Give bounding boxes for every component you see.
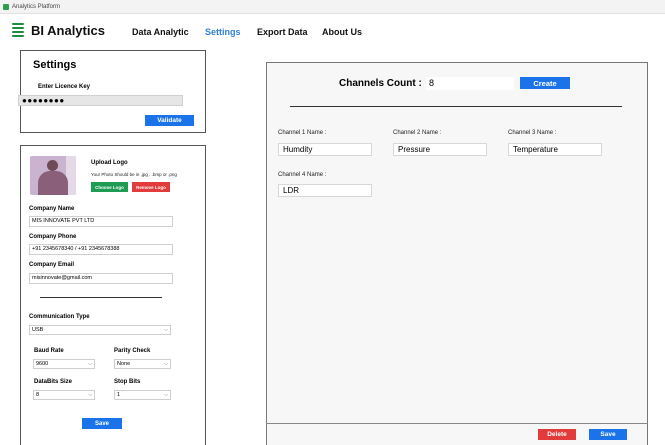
licence-label: Enter Licence Key bbox=[38, 84, 91, 90]
stopbits-value: 1 bbox=[117, 392, 121, 398]
delete-button[interactable]: Delete bbox=[538, 429, 576, 440]
company-email-input[interactable]: misinnovate@gmail.com bbox=[29, 273, 173, 284]
channel-4-input[interactable]: LDR bbox=[278, 184, 372, 197]
save-settings-button[interactable]: Save bbox=[82, 418, 122, 429]
channels-divider bbox=[290, 106, 622, 107]
remove-logo-button[interactable]: Remove Logo bbox=[132, 182, 170, 192]
stopbits-label: Stop Bits bbox=[114, 379, 141, 385]
baud-rate-select[interactable]: 9600 ⌵ bbox=[33, 359, 95, 369]
comm-type-select[interactable]: USB ⌵ bbox=[29, 325, 171, 335]
channel-4-label: Channel 4 Name : bbox=[278, 172, 327, 178]
databits-select[interactable]: 8 ⌵ bbox=[33, 390, 95, 400]
save-channels-button[interactable]: Save bbox=[589, 429, 627, 440]
databits-label: DataBits Size bbox=[34, 379, 73, 385]
chevron-down-icon: ⌵ bbox=[88, 392, 92, 398]
company-phone-label: Company Phone bbox=[29, 234, 77, 240]
chevron-down-icon: ⌵ bbox=[164, 327, 168, 333]
comm-type-label: Communication Type bbox=[29, 314, 90, 320]
nav-export-data[interactable]: Export Data bbox=[257, 27, 308, 37]
channel-2-input[interactable]: Pressure bbox=[393, 143, 487, 156]
databits-value: 8 bbox=[36, 392, 40, 398]
parity-select[interactable]: None ⌵ bbox=[114, 359, 171, 369]
channels-panel bbox=[266, 62, 648, 445]
parity-label: Parity Check bbox=[114, 348, 151, 354]
upload-logo-note: Your Photo Should be in .jpg , .bmp or .… bbox=[91, 172, 177, 177]
settings-title: Settings bbox=[33, 59, 77, 71]
nav-data-analytic[interactable]: Data Analytic bbox=[132, 27, 189, 37]
channels-count-label: Channels Count : bbox=[339, 78, 422, 89]
channel-3-label: Channel 3 Name : bbox=[508, 130, 557, 136]
validate-button[interactable]: Validate bbox=[145, 115, 194, 126]
channel-3-input[interactable]: Temperature bbox=[508, 143, 602, 156]
window-titlebar: Analytics Platform bbox=[0, 0, 665, 14]
create-button[interactable]: Create bbox=[520, 77, 570, 89]
app-icon bbox=[3, 4, 9, 10]
baud-rate-label: Baud Rate bbox=[34, 348, 64, 354]
stopbits-select[interactable]: 1 ⌵ bbox=[114, 390, 171, 400]
company-name-label: Company Name bbox=[29, 206, 75, 212]
channel-2-label: Channel 2 Name : bbox=[393, 130, 442, 136]
comm-type-value: USB bbox=[32, 327, 44, 333]
choose-logo-button[interactable]: Choose Logo bbox=[91, 182, 128, 192]
bars-logo-icon bbox=[12, 23, 24, 38]
upload-logo-title: Upload Logo bbox=[91, 160, 128, 166]
chevron-down-icon: ⌵ bbox=[88, 361, 92, 367]
window-title: Analytics Platform bbox=[12, 4, 61, 10]
divider bbox=[40, 297, 162, 298]
company-email-label: Company Email bbox=[29, 262, 75, 268]
channels-footer-divider bbox=[266, 423, 648, 424]
parity-value: None bbox=[117, 361, 131, 367]
channel-1-input[interactable]: Humdity bbox=[278, 143, 372, 156]
channels-count-input[interactable]: 8 bbox=[426, 77, 514, 90]
baud-rate-value: 9600 bbox=[36, 361, 49, 367]
logo-image bbox=[30, 156, 76, 195]
brand-title: BI Analytics bbox=[31, 23, 105, 38]
nav-about-us[interactable]: About Us bbox=[322, 27, 362, 37]
company-name-input[interactable]: MIS INNOVATE PVT LTD bbox=[29, 216, 173, 227]
chevron-down-icon: ⌵ bbox=[164, 361, 168, 367]
nav-settings[interactable]: Settings bbox=[205, 27, 241, 37]
channel-1-label: Channel 1 Name : bbox=[278, 130, 327, 136]
chevron-down-icon: ⌵ bbox=[164, 392, 168, 398]
licence-key-input[interactable]: ●●●●●●●● bbox=[18, 95, 183, 106]
company-phone-input[interactable]: +91 2345678340 / +91 2345678388 bbox=[29, 244, 173, 255]
